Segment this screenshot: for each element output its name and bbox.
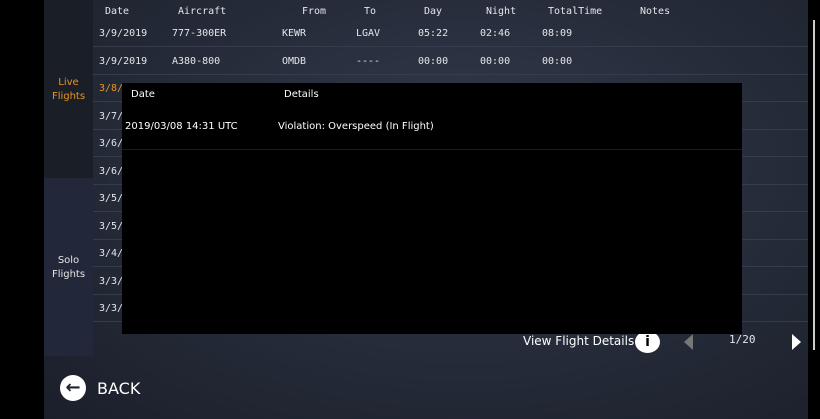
table-cell: 00:00 xyxy=(542,55,573,67)
table-cell: 3/9/2019 xyxy=(99,28,148,39)
sidebar: Live Flights Solo Flights xyxy=(44,0,93,356)
col-aircraft: Aircraft xyxy=(178,6,227,17)
table-row[interactable]: 3/9/2019 777-300ER KEWR LGAV 05:22 02:46 08:09 xyxy=(93,20,808,47)
scrollbar[interactable] xyxy=(813,20,815,350)
back-button[interactable]: ← BACK xyxy=(60,375,140,401)
info-icon[interactable]: i xyxy=(635,331,660,353)
table-row[interactable]: 3/9/2019 A380-800 OMDB ---- 00:00 00:00 00:00 xyxy=(93,48,808,75)
table-cell: 05:22 xyxy=(418,28,449,39)
table-cell: 00:00 xyxy=(480,55,511,67)
table-cell: 3/7/ xyxy=(99,110,124,122)
back-label: BACK xyxy=(97,378,141,398)
table-cell: 3/6/ xyxy=(99,138,124,149)
table-cell: 3/3/ xyxy=(99,303,124,314)
col-night: Night xyxy=(486,6,517,17)
next-page-arrow-icon[interactable] xyxy=(792,334,801,350)
table-cell: 3/5/ xyxy=(99,220,124,232)
table-cell: 3/8/ xyxy=(99,83,124,94)
page-indicator: 1/20 xyxy=(729,333,756,346)
table-header: Date Aircraft From To Day Night TotalTim… xyxy=(93,0,808,22)
table-cell: 3/6/ xyxy=(99,165,124,177)
table-cell: 00:00 xyxy=(418,55,449,67)
popup-col-details: Details xyxy=(284,89,319,100)
table-cell: 02:46 xyxy=(480,28,511,39)
prev-page-arrow-icon[interactable] xyxy=(684,334,693,350)
table-cell: 777-300ER xyxy=(172,28,227,39)
col-notes: Notes xyxy=(640,6,671,17)
table-cell: LGAV xyxy=(356,28,381,39)
flight-details-popup: Date Details 2019/03/08 14:31 UTC Violat… xyxy=(122,83,742,334)
table-cell: KEWR xyxy=(282,28,307,39)
table-cell: ---- xyxy=(356,55,381,67)
tab-solo-flights[interactable]: Solo Flights xyxy=(44,178,93,356)
table-cell: 3/3/ xyxy=(99,275,124,287)
table-cell: 3/9/2019 xyxy=(99,55,148,67)
table-cell: 3/4/ xyxy=(99,248,124,259)
table-cell: A380-800 xyxy=(172,55,221,67)
col-day: Day xyxy=(424,6,443,17)
divider xyxy=(122,149,742,150)
col-to: To xyxy=(364,6,377,17)
table-cell: OMDB xyxy=(282,55,307,67)
back-arrow-icon: ← xyxy=(60,375,86,401)
popup-event-details: Violation: Overspeed (In Flight) xyxy=(278,121,434,132)
col-date: Date xyxy=(105,6,130,17)
tab-label: Live Flights xyxy=(51,77,86,102)
tab-live-flights[interactable]: Live Flights xyxy=(44,0,93,178)
col-from: From xyxy=(302,6,327,17)
popup-col-date: Date xyxy=(131,89,155,100)
col-totaltime: TotalTime xyxy=(548,6,603,17)
tab-label: Solo Flights xyxy=(51,255,86,280)
table-cell: 08:09 xyxy=(542,28,573,39)
view-flight-details-label[interactable]: View Flight Details xyxy=(523,334,634,348)
table-cell: 3/5/ xyxy=(99,193,124,204)
popup-event-date: 2019/03/08 14:31 UTC xyxy=(125,121,238,132)
